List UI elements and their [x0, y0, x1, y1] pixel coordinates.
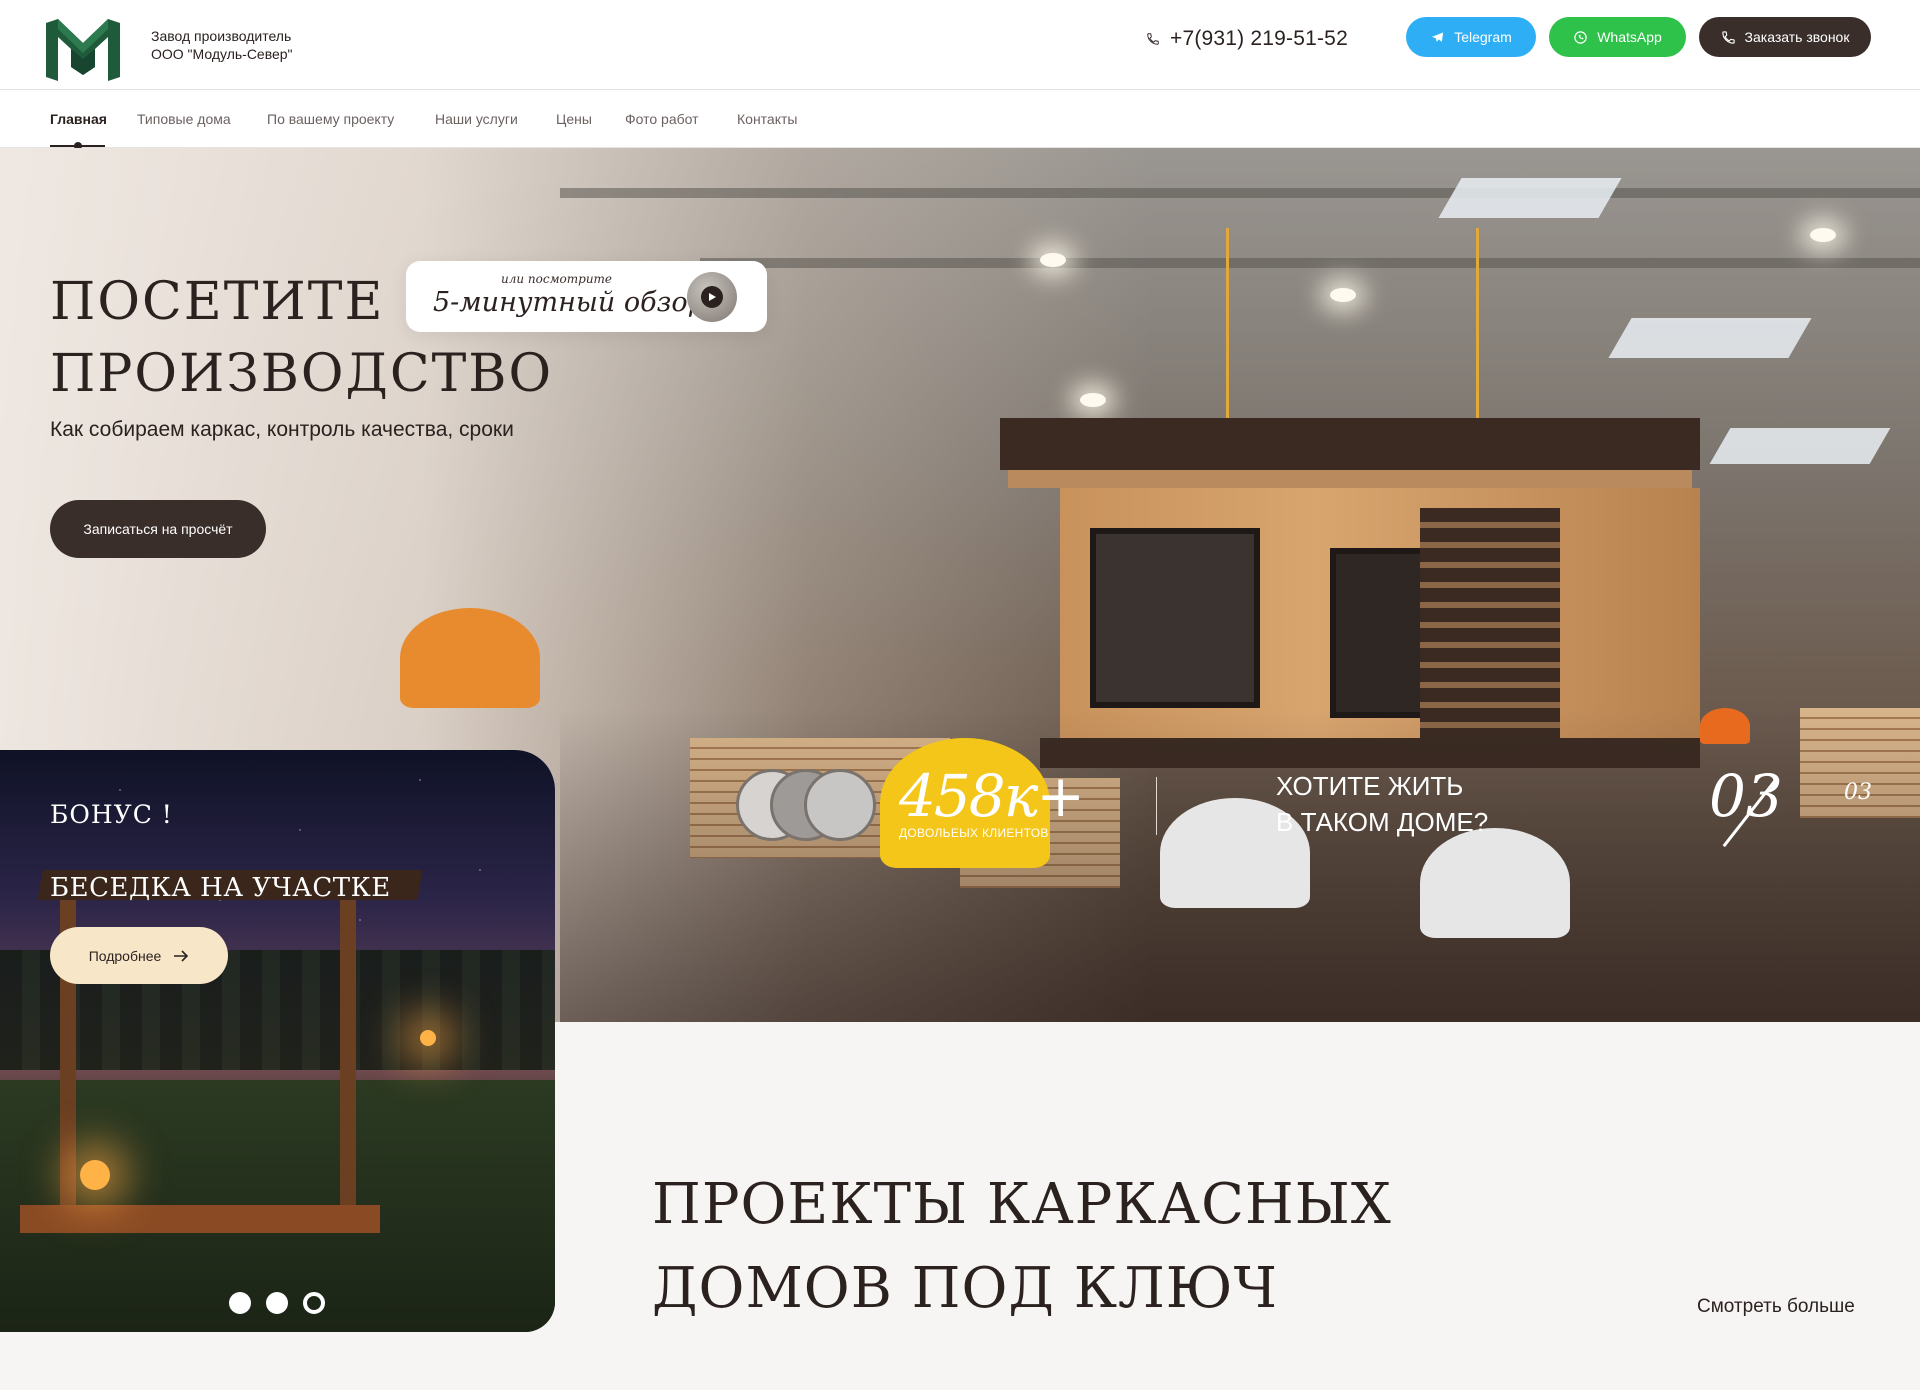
bonus-more-button[interactable]: Подробнее — [50, 927, 228, 984]
client-avatars — [736, 769, 876, 841]
callback-label: Заказать звонок — [1744, 29, 1850, 45]
play-icon[interactable] — [701, 286, 723, 308]
company-tagline: Завод производитель — [151, 28, 292, 44]
telegram-icon — [1432, 32, 1444, 42]
gazebo-deck — [20, 1205, 380, 1233]
video-title: 5-минутный обзор — [433, 287, 705, 318]
slider-dot-2[interactable] — [266, 1292, 288, 1314]
lantern-light — [420, 1030, 436, 1046]
company-logo[interactable] — [46, 19, 120, 81]
projects-title-line2: ДОМОВ ПОД КЛЮЧ — [652, 1256, 1278, 1321]
projects-title: ПРОЕКТЫ КАРКАСНЫХ ДОМОВ ПОД КЛЮЧ — [652, 1163, 1392, 1331]
video-caption: или посмотрите — [501, 272, 613, 286]
whatsapp-label: WhatsApp — [1597, 29, 1662, 45]
stats-divider — [1156, 777, 1157, 835]
bonus-subtitle: БЕСЕДКА НА УЧАСТКЕ — [50, 873, 391, 903]
bonus-more-label: Подробнее — [88, 947, 162, 964]
see-more-link[interactable]: Смотреть больше — [1697, 1296, 1855, 1318]
nav-item-home[interactable]: Главная — [50, 111, 107, 127]
signup-estimate-button[interactable]: Записаться на просчёт — [50, 500, 266, 558]
main-nav: Главная Типовые дома По вашему проекту Н… — [0, 90, 1920, 150]
avatar — [804, 769, 876, 841]
lantern-light — [80, 1160, 110, 1190]
nav-item-custom-project[interactable]: По вашему проекту — [267, 111, 394, 127]
hero-subtitle: Как собираем каркас, контроль качества, … — [50, 418, 514, 441]
video-review-card[interactable]: или посмотрите 5-минутный обзор — [406, 261, 767, 332]
question-line1: ХОТИТЕ ЖИТЬ — [1276, 771, 1464, 801]
nav-item-typical-houses[interactable]: Типовые дома — [137, 111, 231, 127]
phone-number: +7(931) 219-51-52 — [1170, 27, 1348, 50]
whatsapp-button[interactable]: WhatsApp — [1549, 17, 1686, 57]
nav-item-services[interactable]: Наши услуги — [435, 111, 518, 127]
bonus-card[interactable]: БОНУС ! БЕСЕДКА НА УЧАСТКЕ Подробнее — [0, 750, 555, 1332]
clients-count: 458к+ — [899, 762, 1085, 830]
telegram-label: Telegram — [1454, 29, 1512, 45]
question-line2: В ТАКОМ ДОМЕ? — [1276, 807, 1489, 837]
phone-icon — [1147, 33, 1159, 45]
slider-dots — [229, 1292, 325, 1314]
hero-title-line2: ПРОИЗВОДСТВО — [50, 344, 554, 404]
arrow-right-icon — [174, 949, 189, 962]
bonus-title: БОНУС ! — [50, 800, 173, 829]
slider-dot-3[interactable] — [303, 1292, 325, 1314]
telegram-button[interactable]: Telegram — [1406, 17, 1536, 57]
nav-item-prices[interactable]: Цены — [556, 111, 592, 127]
gazebo-post — [340, 900, 356, 1210]
projects-title-line1: ПРОЕКТЫ КАРКАСНЫХ — [652, 1172, 1392, 1237]
clients-label: ДОВОЛЬЕЫХ КЛИЕНТОВ — [899, 826, 1049, 840]
nav-item-photos[interactable]: Фото работ — [625, 111, 699, 127]
callback-button[interactable]: Заказать звонок — [1699, 17, 1871, 57]
slide-counter-total: 03 — [1844, 780, 1872, 805]
phone-link[interactable]: +7(931) 219-51-52 — [1146, 24, 1348, 54]
whatsapp-icon — [1574, 30, 1587, 44]
hero-question: ХОТИТЕ ЖИТЬ В ТАКОМ ДОМЕ? — [1276, 768, 1488, 840]
phone-icon — [1721, 30, 1735, 44]
slider-dot-1[interactable] — [229, 1292, 251, 1314]
company-legal-name: ООО "Модуль-Север" — [151, 46, 293, 62]
site-header: Завод производитель ООО "Модуль-Север" +… — [0, 0, 1920, 90]
company-name: Завод производитель ООО "Модуль-Север" — [151, 27, 293, 63]
nav-item-contacts[interactable]: Контакты — [737, 111, 797, 127]
